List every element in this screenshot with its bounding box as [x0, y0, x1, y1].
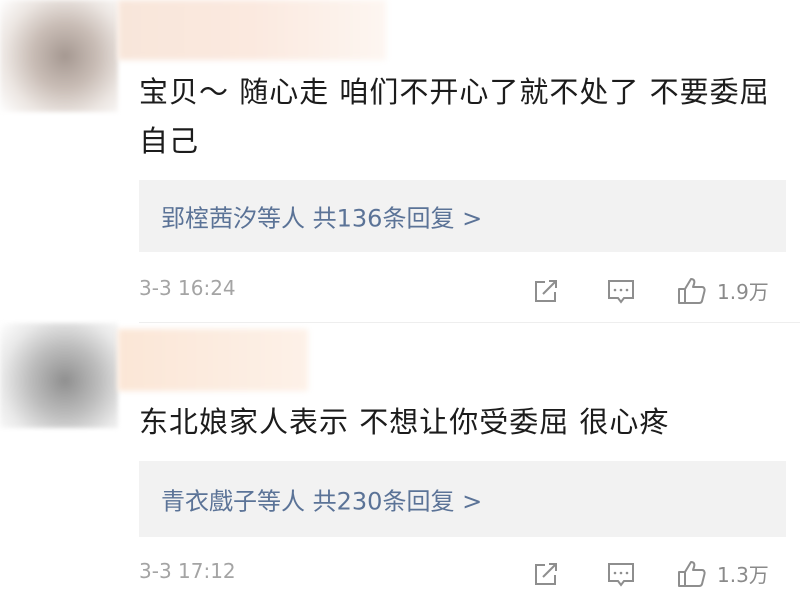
like-count: 1.3万 [717, 563, 769, 587]
reply-count: 共136条回复 > [312, 204, 483, 233]
replies-link[interactable]: 郢榁茜汐等人 共136条回复 > [161, 199, 482, 234]
reply-count: 共230条回复 > [312, 487, 483, 516]
timestamp: 3-3 16:24 [139, 276, 236, 300]
comment-item: 东北娘家人表示 不想让你受委屈 很心疼 青衣戲子等人 共230条回复 > 3-3… [0, 323, 800, 613]
thumbs-up-icon[interactable] [675, 274, 709, 308]
comment-item: 宝贝～ 随心走 咱们不开心了就不处了 不要委屈自己 郢榁茜汐等人 共136条回复… [0, 0, 800, 323]
avatar[interactable] [0, 323, 118, 428]
comment-text: 宝贝～ 随心走 咱们不开心了就不处了 不要委屈自己 [139, 75, 770, 158]
replies-link[interactable]: 青衣戲子等人 共230条回复 > [161, 482, 482, 517]
reply-names: 郢榁茜汐等人 [161, 204, 305, 233]
comment-icon[interactable] [604, 557, 638, 591]
reply-names: 青衣戲子等人 [161, 487, 305, 516]
comment-meta: 3-3 16:24 1.9万 [139, 270, 789, 310]
share-icon[interactable] [529, 274, 563, 308]
replies-preview[interactable]: 青衣戲子等人 共230条回复 > [139, 461, 786, 537]
like-count: 1.9万 [717, 280, 769, 304]
share-icon[interactable] [529, 557, 563, 591]
comment-icon[interactable] [604, 274, 638, 308]
replies-preview[interactable]: 郢榁茜汐等人 共136条回复 > [139, 180, 786, 252]
thumbs-up-icon[interactable] [675, 557, 709, 591]
username[interactable] [118, 329, 308, 391]
username[interactable] [118, 0, 386, 60]
avatar[interactable] [0, 0, 118, 112]
timestamp: 3-3 17:12 [139, 559, 236, 583]
comment-text: 东北娘家人表示 不想让你受委屈 很心疼 [139, 405, 670, 439]
comment-meta: 3-3 17:12 1.3万 [139, 553, 789, 593]
